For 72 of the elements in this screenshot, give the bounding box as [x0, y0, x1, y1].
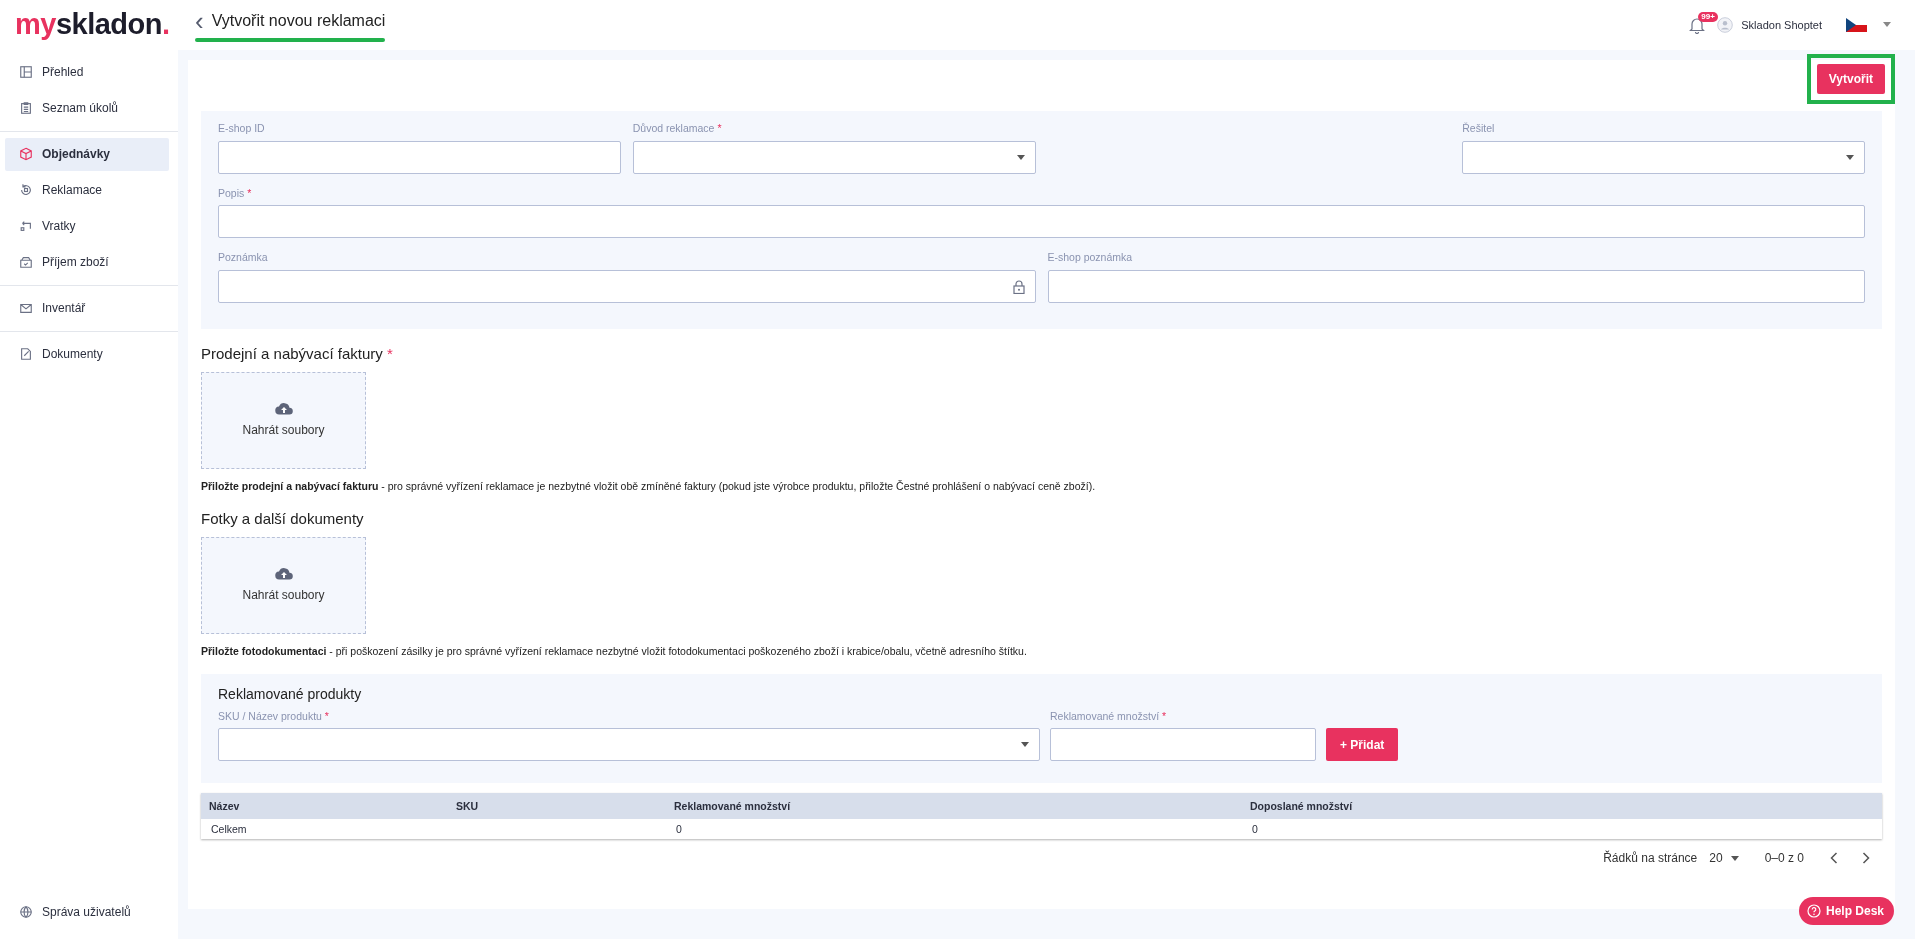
rows-per-page-label: Řádků na stránce	[1603, 849, 1698, 868]
column-header: Název	[201, 793, 448, 820]
globe-icon	[19, 904, 33, 919]
cube-icon	[19, 147, 33, 162]
section-title: Prodejní a nabývací faktury *	[201, 344, 394, 365]
sidebar-item[interactable]: Inventář	[5, 291, 169, 325]
user-name[interactable]: Skladon Shoptet	[1741, 16, 1822, 34]
sidebar-item[interactable]: Dokumenty	[5, 337, 169, 371]
swap-icon	[19, 219, 33, 234]
page-title: Vytvořit novou reklamaci	[211, 11, 386, 31]
input-field[interactable]	[218, 270, 1036, 304]
return-icon	[19, 183, 33, 198]
field-label: Řešitel	[1462, 120, 1496, 136]
field-label: Poznámka	[218, 250, 269, 266]
sidebar-item[interactable]: Reklamace	[5, 173, 169, 207]
layout-icon	[19, 65, 33, 80]
avatar-icon	[1717, 16, 1734, 33]
sidebar-item[interactable]: Správa uživatelů	[5, 895, 169, 928]
create-button[interactable]: Vytvořit	[1816, 63, 1885, 94]
field-label: E-shop ID	[218, 120, 266, 136]
upload-label: Nahrát soubory	[242, 421, 325, 439]
caret-icon	[1021, 742, 1029, 748]
help-text: Přiložte prodejní a nabývací fakturu - pro správné vyřízení reklamace je nezbytné vložit obě zmíněné faktury (pokud jste výrobce produktu, přiložte Čestné prohlášení o nabývací ceně zboží).	[201, 478, 1097, 494]
input-field[interactable]	[1050, 728, 1316, 762]
notification-badge: 99+	[1698, 11, 1718, 23]
select-field[interactable]	[218, 728, 1040, 762]
column-header: SKU	[448, 793, 666, 820]
flag-icon[interactable]	[1846, 17, 1867, 32]
lock-icon	[1012, 279, 1025, 294]
section-title: Reklamované produkty	[218, 684, 363, 704]
logo[interactable]: myskladon.	[0, 10, 178, 40]
input-field[interactable]	[218, 205, 1865, 239]
caret-icon	[1016, 154, 1025, 160]
help-icon	[1806, 904, 1821, 918]
help-text: Přiložte fotodokumentaci - při poškození zásilky je pro správné vyřízení reklamace nezbytné vložit fotodokumentaci poškozeného zboží i krabice/obalu, včetně adresního štítku.	[201, 643, 1028, 659]
add-button[interactable]: + Přidat	[1326, 728, 1399, 762]
caret-icon	[1846, 154, 1854, 160]
upload-icon	[274, 401, 293, 415]
sidebar-item[interactable]: Objednávky	[5, 137, 169, 171]
rows-per-page-select[interactable]: 20	[1709, 849, 1739, 868]
table-cell: Celkem	[201, 819, 448, 840]
upload-label: Nahrát soubory	[242, 586, 325, 604]
table-cell: 0	[1242, 819, 1882, 840]
sidebar-item[interactable]: Přehled	[5, 55, 169, 89]
select-field[interactable]	[632, 140, 1036, 174]
inbox-icon	[19, 255, 33, 270]
column-header: Doposlané množství	[1242, 793, 1882, 820]
upload-dropzone[interactable]: Nahrát soubory	[201, 371, 366, 469]
field-label: SKU / Název produktu *	[218, 708, 330, 724]
page-range: 0–0 z 0	[1764, 850, 1804, 868]
upload-dropzone[interactable]: Nahrát soubory	[201, 536, 366, 634]
document-icon	[19, 347, 33, 362]
caret-icon[interactable]	[1883, 22, 1891, 28]
sidebar-item[interactable]: Vratky	[5, 209, 169, 243]
upload-icon	[274, 566, 293, 580]
sidebar-item[interactable]: Příjem zboží	[5, 245, 169, 279]
sidebar-item[interactable]: Seznam úkolů	[5, 91, 169, 125]
next-page-icon[interactable]	[1862, 852, 1870, 865]
section-title: Fotky a další dokumenty	[201, 509, 365, 530]
column-header: Reklamované množství	[666, 793, 1242, 820]
back-button[interactable]: ‹	[195, 8, 204, 34]
help-desk-button[interactable]: Help Desk	[1798, 897, 1894, 925]
previous-page-icon[interactable]	[1830, 852, 1838, 865]
field-label: Důvod reklamace *	[632, 120, 723, 136]
field-label: E-shop poznámka	[1047, 250, 1134, 266]
input-field[interactable]	[218, 140, 621, 174]
clipboard-icon	[19, 101, 33, 116]
field-label: Popis *	[218, 185, 253, 201]
field-label: Reklamované množství *	[1050, 708, 1168, 724]
input-field[interactable]	[1047, 270, 1865, 304]
select-field[interactable]	[1462, 140, 1865, 174]
table-cell: 0	[666, 819, 1242, 840]
